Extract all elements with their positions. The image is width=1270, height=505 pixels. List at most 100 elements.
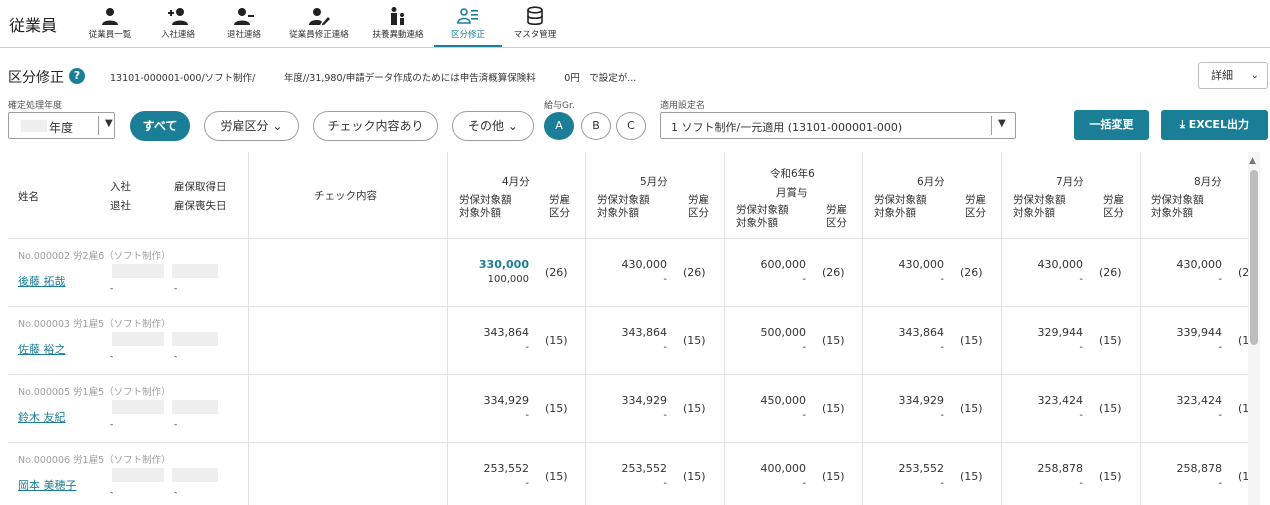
header-check: チェック内容: [314, 190, 377, 202]
nav-employee-edit[interactable]: 従業員修正連絡: [286, 0, 352, 47]
divider: [8, 306, 1248, 307]
leave-dash: -: [174, 352, 178, 362]
filter-employment-label: 労雇区分: [220, 119, 269, 133]
amount-value: 253,552: [898, 462, 945, 475]
kubun-value: (15): [960, 402, 983, 415]
nav-kubun-edit[interactable]: 区分修正: [434, 0, 502, 47]
filter-all-button[interactable]: すべて: [130, 111, 190, 141]
person-add-icon: [168, 8, 188, 25]
divider: [8, 442, 1248, 443]
filter-other-button[interactable]: その他 ⌄: [452, 111, 534, 141]
chevron-down-icon: ⌄: [272, 119, 283, 133]
amount-header: 対象外額: [1151, 207, 1193, 219]
kubun-value: (15): [683, 334, 706, 347]
kubun-value: (15): [822, 334, 845, 347]
kubun-header: 区分: [549, 207, 570, 219]
divider: [98, 116, 99, 135]
detail-button[interactable]: 詳細 ⌄: [1198, 62, 1268, 89]
amount-value: 258,878: [1037, 462, 1084, 475]
nav-leave[interactable]: 退社連絡: [222, 0, 266, 47]
amount-value: 500,000: [760, 326, 807, 339]
redacted-year: [21, 120, 47, 132]
divider: [724, 152, 725, 505]
kubun-value: (15): [545, 402, 568, 415]
employee-name-link[interactable]: 後藤 拓哉: [18, 273, 66, 289]
family-icon: [391, 7, 404, 25]
kubun-header: 区分: [1103, 207, 1124, 219]
chevron-down-icon: ⌄: [507, 119, 518, 133]
data-table: 姓名 入社 退社 雇保取得日 雇保喪失日 チェック内容 4月分 労保対象額 対象…: [0, 152, 1270, 505]
employee-name-link[interactable]: 鈴木 友紀: [18, 409, 66, 425]
employee-name-link[interactable]: 岡本 美穂子: [18, 477, 77, 493]
filter-other-label: その他: [468, 119, 505, 133]
download-icon: ⤓: [1180, 118, 1189, 131]
header-leave: 退社: [110, 200, 131, 212]
year-label: 確定処理年度: [8, 101, 63, 111]
nav-join[interactable]: 入社連絡: [156, 0, 200, 47]
divider: [1140, 152, 1141, 505]
kubun-value: (26): [545, 266, 568, 279]
excluded-value: -: [802, 342, 806, 353]
employee-meta: No.000006 労1雇5（ソフト制作）: [18, 455, 171, 466]
redacted-date: [112, 468, 164, 482]
excluded-value: -: [663, 342, 667, 353]
month-header: 5月分: [640, 176, 668, 188]
amount-header: 対象外額: [1013, 207, 1055, 219]
excluded-value: 100,000: [487, 274, 529, 285]
divider: [8, 374, 1248, 375]
detail-label: 詳細: [1211, 69, 1233, 82]
nav-label: 入社連絡: [160, 30, 195, 40]
filter-check-button[interactable]: チェック内容あり: [313, 111, 438, 141]
year-select[interactable]: 年度 ▼: [8, 112, 115, 139]
kubun-value: (15): [545, 470, 568, 483]
month-header: 令和6年6: [770, 168, 815, 180]
person-icon: [102, 8, 118, 25]
bonus-header: 月賞与: [776, 187, 808, 199]
excel-export-button[interactable]: ⤓ EXCEL出力: [1161, 110, 1268, 140]
grade-b-button[interactable]: B: [581, 112, 611, 140]
nav-label: 退社連絡: [226, 30, 261, 40]
header-name: 姓名: [18, 191, 39, 203]
amount-value: 343,864: [898, 326, 945, 339]
excluded-value: -: [802, 274, 806, 285]
kubun-value: (15): [1099, 334, 1122, 347]
amount-value: 430,000: [1037, 258, 1084, 271]
dropdown-arrow-icon: ▼: [105, 118, 113, 129]
redacted-date: [112, 400, 164, 414]
divider: [1001, 152, 1002, 505]
employee-meta: No.000003 労1雇5（ソフト制作）: [18, 319, 171, 330]
help-icon[interactable]: ?: [69, 68, 85, 84]
scrollbar-thumb[interactable]: [1250, 170, 1258, 345]
employee-name-link[interactable]: 佐藤 裕之: [18, 341, 66, 357]
nav-employee-list[interactable]: 従業員一覧: [86, 0, 134, 47]
grade-c-button[interactable]: C: [616, 112, 646, 140]
app-title: 従業員: [9, 16, 58, 35]
redacted-date: [172, 468, 218, 482]
month-header: 7月分: [1056, 176, 1084, 188]
bulk-change-button[interactable]: 一括変更: [1074, 110, 1149, 140]
excluded-value: -: [525, 478, 529, 489]
kubun-value: (26): [1099, 266, 1122, 279]
amount-value: 323,424: [1037, 394, 1084, 407]
kubun-value: (26): [683, 266, 706, 279]
amount-value: 450,000: [760, 394, 807, 407]
nav-master[interactable]: マスタ管理: [510, 0, 560, 47]
amount-value: 253,552: [483, 462, 530, 475]
nav-dependent[interactable]: 扶養異動連絡: [370, 0, 426, 47]
amount-value: 258,878: [1176, 462, 1223, 475]
chevron-down-icon: ⌄: [1250, 70, 1259, 81]
amount-value: 430,000: [621, 258, 668, 271]
grade-a-button[interactable]: A: [544, 112, 574, 140]
amount-value: 600,000: [760, 258, 807, 271]
amount-value: 334,929: [898, 394, 945, 407]
amount-value: 329,944: [1037, 326, 1084, 339]
excluded-value: -: [1079, 478, 1083, 489]
setting-select[interactable]: 1 ソフト制作/一元適用 (13101-000001-000) ▼: [660, 112, 1016, 139]
excluded-value: -: [1218, 478, 1222, 489]
scroll-up-icon[interactable]: ▲: [1249, 156, 1256, 166]
kubun-value: (15): [822, 402, 845, 415]
employee-meta: No.000002 労2雇6（ソフト制作）: [18, 251, 171, 262]
redacted-date: [172, 264, 218, 278]
leave-dash: -: [174, 284, 178, 294]
filter-employment-button[interactable]: 労雇区分 ⌄: [204, 111, 299, 141]
